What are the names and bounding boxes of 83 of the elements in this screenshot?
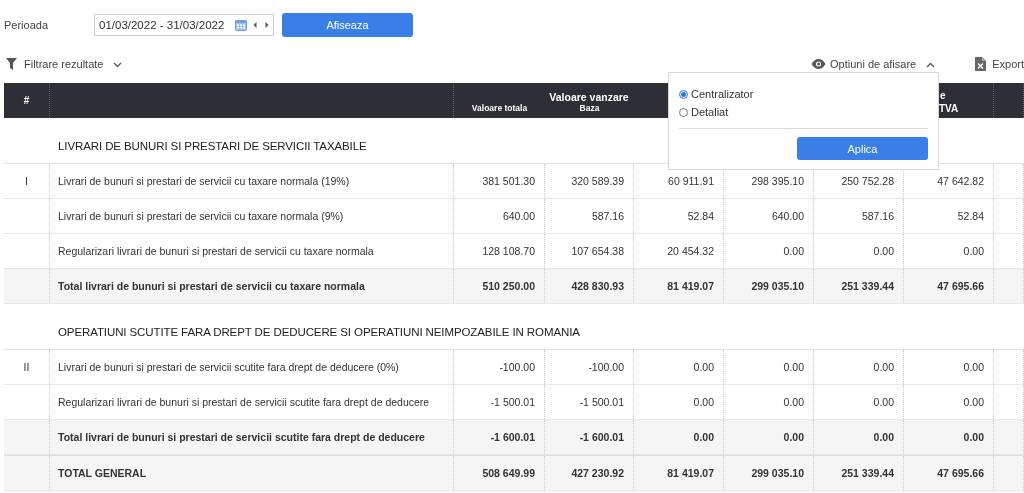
apply-button[interactable]: Aplica <box>797 137 928 160</box>
amount-cell: 0.00 <box>873 245 894 257</box>
amount-cell: 0.00 <box>783 361 804 373</box>
amount-cell: 0.00 <box>693 396 714 408</box>
row-label: Regularizari livrari de bunuri si prestari de servicii scutite fara drept de deducere <box>58 396 430 408</box>
radio-option[interactable]: Detaliat <box>679 103 729 121</box>
radio-icon[interactable] <box>679 107 688 117</box>
amount-cell: 251 339.44 <box>841 467 894 479</box>
amount-cell: -1 600.01 <box>490 431 535 443</box>
column-header: Valoare totala <box>471 103 528 113</box>
amount-cell: 52.84 <box>957 210 984 222</box>
export-button[interactable]: Export <box>992 58 1024 70</box>
column-group-header: e <box>940 89 947 102</box>
amount-cell: 0.00 <box>693 431 714 443</box>
filter-icon[interactable] <box>6 58 17 70</box>
amount-cell: 320 589.39 <box>571 175 624 187</box>
amount-cell: 428 830.93 <box>571 280 624 292</box>
radio-option[interactable]: Centralizator <box>679 85 754 103</box>
amount-cell: -1 600.01 <box>579 431 624 443</box>
amount-cell: 299 035.10 <box>751 280 804 292</box>
column-header: TVA <box>939 102 960 115</box>
amount-cell: 81 419.07 <box>667 280 714 292</box>
row-number: II <box>23 361 30 373</box>
excel-file-icon[interactable] <box>975 57 987 71</box>
amount-cell: 0.00 <box>963 361 984 373</box>
section-title: LIVRARI DE BUNURI SI PRESTARI DE SERVICII TAXABILE <box>58 140 367 152</box>
amount-cell: 508 649.99 <box>482 467 535 479</box>
amount-cell: 47 642.82 <box>937 175 984 187</box>
calendar-icon[interactable] <box>235 19 247 31</box>
period-label: Perioada <box>4 19 50 31</box>
amount-cell: 0.00 <box>783 245 804 257</box>
amount-cell: -100.00 <box>499 361 535 373</box>
column-header: # <box>23 95 30 106</box>
amount-cell: 81 419.07 <box>667 467 714 479</box>
amount-cell: 0.00 <box>783 431 804 443</box>
amount-cell: 587.16 <box>861 210 894 222</box>
amount-cell: 250 752.28 <box>841 175 894 187</box>
filter-toggle[interactable]: Filtrare rezultate <box>24 58 104 70</box>
amount-cell: 251 339.44 <box>841 280 894 292</box>
amount-cell: 0.00 <box>783 396 804 408</box>
date-range-field[interactable]: 01/03/2022 - 31/03/2022 <box>94 14 274 36</box>
row-label: Livrari de bunuri si prestari de servicii scutite fara drept de deducere (0%) <box>58 361 399 373</box>
amount-cell: -100.00 <box>588 361 624 373</box>
amount-cell: 640.00 <box>771 210 804 222</box>
amount-cell: 299 035.10 <box>751 467 804 479</box>
amount-cell: 0.00 <box>873 431 894 443</box>
total-label: TOTAL GENERAL <box>58 467 147 479</box>
radio-icon[interactable] <box>679 89 688 99</box>
amount-cell: 427 230.92 <box>571 467 624 479</box>
amount-cell: 0.00 <box>963 396 984 408</box>
total-label: Total livrari de bunuri si prestari de servicii cu taxare normala <box>58 280 365 292</box>
section-title: OPERATIUNI SCUTITE FARA DREPT DE DEDUCERE SI OPERATIUNI NEIMPOZABILE IN ROMANIA <box>58 326 580 338</box>
amount-cell: -1 500.01 <box>579 396 624 408</box>
amount-cell: 298 395.10 <box>751 175 804 187</box>
display-options-toggle[interactable]: Optiuni de afisare <box>830 58 917 70</box>
row-number: I <box>25 175 28 187</box>
amount-cell: 510 250.00 <box>482 280 535 292</box>
column-group-header: Valoare vanzare <box>549 91 629 103</box>
amount-cell: 0.00 <box>873 396 894 408</box>
row-label: Livrari de bunuri si prestari de servicii cu taxare normala (9%) <box>58 210 344 222</box>
amount-cell: 60 911.91 <box>668 175 714 187</box>
amount-cell: 20 454.32 <box>667 245 714 257</box>
amount-cell: 0.00 <box>693 361 714 373</box>
row-label: Livrari de bunuri si prestari de servicii cu taxare normala (19%) <box>58 175 350 187</box>
amount-cell: 0.00 <box>963 245 984 257</box>
amount-cell: 128 108.70 <box>482 245 535 257</box>
total-label: Total livrari de bunuri si prestari de servicii scutite fara drept de deducere <box>58 431 425 443</box>
show-button[interactable]: Afiseaza <box>282 13 413 37</box>
amount-cell: 587.16 <box>591 210 624 222</box>
column-header: Baza <box>579 103 600 113</box>
amount-cell: 52.84 <box>687 210 714 222</box>
row-label: Regularizari livrari de bunuri si prestari de servicii cu taxare normala <box>58 245 374 257</box>
amount-cell: 107 654.38 <box>571 245 624 257</box>
amount-cell: 47 695.66 <box>937 280 984 292</box>
eye-icon[interactable] <box>811 59 826 69</box>
amount-cell: 0.00 <box>873 361 894 373</box>
previous-icon[interactable] <box>253 22 257 28</box>
next-icon[interactable] <box>265 22 269 28</box>
amount-cell: 381 501.30 <box>482 175 535 187</box>
amount-cell: 47 695.66 <box>937 467 984 479</box>
amount-cell: 640.00 <box>502 210 535 222</box>
amount-cell: -1 500.01 <box>490 396 535 408</box>
amount-cell: 0.00 <box>963 431 984 443</box>
